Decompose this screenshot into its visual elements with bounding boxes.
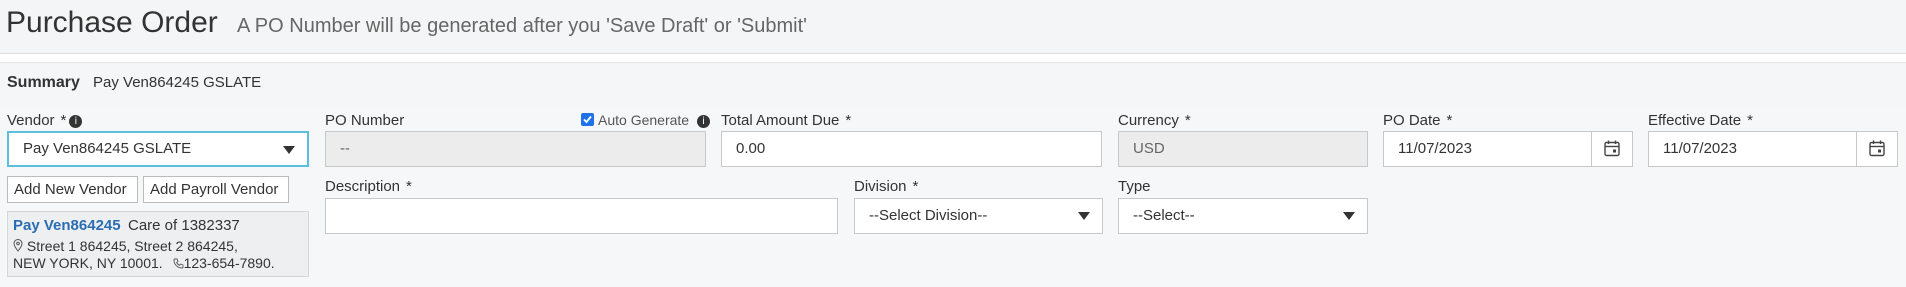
currency-label: Currency *	[1118, 112, 1191, 129]
caret-down-icon	[1078, 212, 1090, 220]
vendor-care-of: Care of 1382337	[128, 217, 240, 234]
effective-date-label-text: Effective Date	[1648, 112, 1742, 129]
total-amount-due-input[interactable]: 0.00	[721, 131, 1102, 167]
vendor-address-line2: NEW YORK, NY 10001. 123-654-7890.	[13, 255, 275, 271]
vendor-phone: 123-654-7890.	[183, 255, 275, 271]
po-number-label: PO Number	[325, 112, 405, 129]
page-subtitle: A PO Number will be generated after you …	[237, 15, 807, 37]
vendor-label: Vendor * i	[7, 112, 83, 129]
type-select[interactable]: --Select--	[1118, 198, 1368, 234]
calendar-icon	[1604, 140, 1620, 157]
division-label-text: Division	[854, 178, 907, 195]
vendor-name-link[interactable]: Pay Ven864245	[13, 217, 121, 234]
po-date-value: 11/07/2023	[1398, 140, 1472, 157]
po-number-field[interactable]: --	[325, 131, 706, 167]
address-line2-text: NEW YORK, NY 10001.	[13, 255, 163, 271]
total-amount-due-text: Total Amount Due	[721, 112, 840, 129]
division-select[interactable]: --Select Division--	[854, 198, 1103, 234]
effective-date-label: Effective Date *	[1648, 112, 1753, 129]
auto-generate-checkbox[interactable]	[581, 113, 594, 126]
required-mark: *	[1184, 112, 1191, 129]
page-header: Purchase Order A PO Number will be gener…	[0, 0, 1906, 54]
po-date-input[interactable]: 11/07/2023	[1383, 131, 1633, 167]
add-payroll-vendor-button[interactable]: Add Payroll Vendor	[143, 176, 289, 203]
description-input[interactable]	[325, 198, 838, 234]
auto-generate-label: Auto Generate i	[598, 112, 711, 128]
caret-down-icon	[283, 146, 295, 154]
currency-label-text: Currency	[1118, 112, 1179, 129]
po-date-label: PO Date *	[1383, 112, 1452, 129]
description-label-text: Description	[325, 178, 401, 195]
summary-value: Pay Ven864245 GSLATE	[93, 74, 262, 91]
vendor-select-value: Pay Ven864245 GSLATE	[23, 140, 192, 157]
address-line1-text: Street 1 864245, Street 2 864245,	[26, 238, 238, 254]
effective-date-calendar-button[interactable]	[1856, 132, 1897, 166]
type-select-value: --Select--	[1133, 207, 1195, 224]
type-label: Type	[1118, 178, 1151, 195]
required-mark: *	[60, 112, 67, 129]
caret-down-icon	[1343, 212, 1355, 220]
vendor-label-text: Vendor	[7, 112, 55, 129]
vendor-address-line1: Street 1 864245, Street 2 864245,	[13, 238, 238, 254]
division-select-value: --Select Division--	[869, 207, 988, 224]
required-mark: *	[1747, 112, 1753, 129]
po-date-label-text: PO Date	[1383, 112, 1441, 129]
info-icon[interactable]: i	[697, 114, 711, 128]
info-icon[interactable]: i	[69, 114, 83, 128]
total-amount-due-label: Total Amount Due *	[721, 112, 851, 129]
po-date-calendar-button[interactable]	[1591, 132, 1632, 166]
phone-icon	[173, 258, 184, 269]
effective-date-input[interactable]: 11/07/2023	[1648, 131, 1898, 167]
auto-generate-text: Auto Generate	[598, 112, 690, 128]
effective-date-value: 11/07/2023	[1663, 140, 1737, 157]
division-label: Division *	[854, 178, 918, 195]
add-new-vendor-button[interactable]: Add New Vendor	[7, 176, 138, 203]
checkbox-icon	[583, 115, 592, 124]
description-label: Description *	[325, 178, 412, 195]
page-title: Purchase Order	[6, 6, 218, 39]
required-mark: *	[406, 178, 412, 195]
currency-field[interactable]: USD	[1118, 131, 1368, 167]
required-mark: *	[1446, 112, 1453, 129]
summary-bar	[0, 62, 1906, 107]
required-mark: *	[912, 178, 919, 195]
calendar-icon	[1869, 140, 1885, 157]
vendor-select[interactable]: Pay Ven864245 GSLATE	[7, 131, 309, 167]
summary-label: Summary	[7, 74, 80, 91]
vendor-card: Pay Ven864245 Care of 1382337 Street 1 8…	[7, 211, 309, 277]
required-mark: *	[845, 112, 852, 129]
map-pin-icon	[13, 239, 23, 252]
